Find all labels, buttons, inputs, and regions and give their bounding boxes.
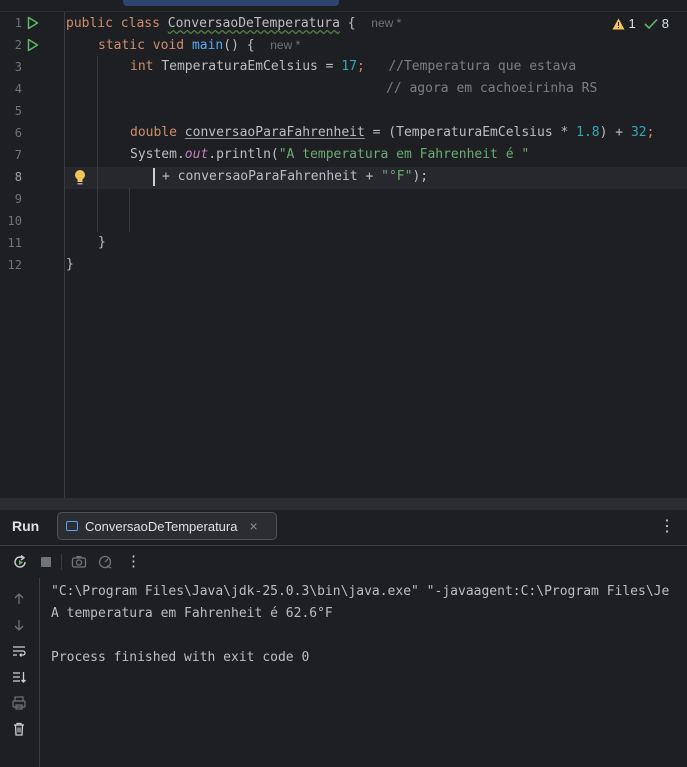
keyword: double: [130, 125, 177, 140]
usage-hint[interactable]: new *: [270, 38, 300, 52]
keyword: static: [98, 38, 145, 53]
intention-bulb-icon[interactable]: [73, 169, 87, 187]
code-text: .println(: [208, 147, 279, 162]
line-number: 1: [14, 16, 22, 30]
settings-icon[interactable]: [97, 554, 113, 570]
keyword: void: [152, 38, 185, 53]
code-text: + conversaoParaFahrenheit +: [162, 169, 382, 184]
run-panel-title: Run: [12, 518, 40, 534]
code-line-2[interactable]: static void main() { new *: [98, 34, 300, 56]
soft-wrap-icon[interactable]: [11, 643, 27, 659]
brace: }: [98, 235, 106, 250]
print-icon[interactable]: [11, 695, 27, 711]
code-line-11[interactable]: }: [98, 232, 106, 254]
toolbar-separator: [61, 554, 62, 570]
code-text: ) +: [599, 125, 631, 140]
code-text: = (: [364, 125, 397, 140]
static-field: out: [184, 147, 209, 162]
scroll-up-icon[interactable]: [11, 591, 27, 607]
code-line-12[interactable]: }: [66, 254, 74, 276]
line-number: 11: [7, 236, 22, 250]
semicolon: ;: [646, 125, 655, 140]
brace: }: [66, 257, 74, 272]
panel-splitter[interactable]: [0, 498, 687, 510]
console-line: Process finished with exit code 0: [51, 650, 310, 665]
line-number: 5: [14, 104, 22, 118]
tab-label: ConversaoDeTemperatura: [85, 518, 238, 534]
comment: //Temperatura que estava: [388, 59, 577, 74]
run-gutter-icon[interactable]: [27, 38, 39, 52]
keyword: public: [66, 16, 113, 31]
line-number: 3: [14, 60, 22, 74]
tab-indicator: [123, 0, 339, 6]
variable: TemperaturaEmCelsius: [396, 125, 553, 140]
usage-hint[interactable]: new *: [371, 16, 401, 30]
code-text: *: [552, 125, 577, 140]
variable: TemperaturaEmCelsius: [161, 59, 318, 74]
inspections-widget[interactable]: 1 8: [612, 16, 669, 31]
more-icon[interactable]: ⋮: [659, 516, 675, 536]
keyword: int: [130, 59, 154, 74]
code-text: System.: [130, 147, 185, 162]
check-icon: [644, 18, 658, 29]
line-number: 2: [14, 38, 22, 52]
trash-icon[interactable]: [11, 721, 27, 737]
line-number: 9: [14, 192, 22, 206]
indent-guide: [129, 188, 130, 232]
method-name: main: [191, 38, 224, 53]
comment: // agora em cachoeirinha RS: [386, 81, 598, 96]
console-line: "C:\Program Files\Java\jdk-25.0.3\bin\ja…: [51, 584, 670, 599]
warning-count: 1: [628, 16, 636, 31]
brace: {: [347, 16, 356, 31]
run-tool-window: Run ConversaoDeTemperatura × ⋮ ⋮ "C:\Pro…: [0, 510, 687, 767]
string-literal: "°F": [381, 169, 413, 184]
keyword: class: [120, 16, 160, 31]
more-icon[interactable]: ⋮: [126, 552, 141, 570]
code-line-8[interactable]: + conversaoParaFahrenheit + "°F");: [162, 166, 428, 188]
separator: [39, 578, 40, 767]
indent-guide: [97, 56, 98, 232]
console-line: A temperatura em Fahrenheit é 62.6°F: [51, 606, 333, 621]
variable: conversaoParaFahrenheit: [184, 125, 365, 140]
line-number: 10: [7, 214, 22, 228]
scroll-to-end-icon[interactable]: [11, 669, 27, 685]
code-line-7[interactable]: System.out.println("A temperatura em Fah…: [130, 144, 529, 166]
close-icon[interactable]: ×: [249, 518, 257, 534]
code-text: );: [412, 169, 429, 184]
scroll-down-icon[interactable]: [11, 617, 27, 633]
code-line-3[interactable]: int TemperaturaEmCelsius = 17; //Tempera…: [130, 56, 576, 78]
code-text: () {: [223, 38, 255, 53]
number: 17: [341, 59, 357, 74]
code-line-1[interactable]: public class ConversaoDeTemperatura { ne…: [66, 12, 401, 34]
run-gutter-icon[interactable]: [27, 16, 39, 30]
code-text: =: [317, 59, 342, 74]
string-literal: "A temperatura em Fahrenheit é ": [278, 147, 530, 162]
code-line-4[interactable]: // agora em cachoeirinha RS: [386, 78, 597, 100]
ok-count: 8: [661, 16, 669, 31]
code-editor[interactable]: 1 2 3 4 5 6 7 8 9 10 11 12 public class …: [0, 0, 687, 498]
line-number: 6: [14, 126, 22, 140]
line-number: 12: [7, 258, 22, 272]
rerun-icon[interactable]: [12, 554, 28, 570]
semicolon: ;: [357, 59, 365, 74]
run-config-tab[interactable]: ConversaoDeTemperatura ×: [57, 512, 277, 540]
camera-icon[interactable]: [71, 554, 87, 570]
stop-icon[interactable]: [38, 554, 54, 570]
line-number: 4: [14, 82, 22, 96]
code-line-6[interactable]: double conversaoParaFahrenheit = (Temper…: [130, 122, 654, 144]
number: 1.8: [576, 125, 600, 140]
text-caret: [153, 168, 155, 186]
warning-icon: [612, 18, 625, 29]
number: 32: [630, 125, 647, 140]
run-toolbar: ⋮: [0, 546, 687, 578]
line-number-current: 8: [14, 170, 22, 184]
line-number: 7: [14, 148, 22, 162]
class-name: ConversaoDeTemperatura: [167, 16, 340, 31]
app-icon: [66, 521, 78, 531]
